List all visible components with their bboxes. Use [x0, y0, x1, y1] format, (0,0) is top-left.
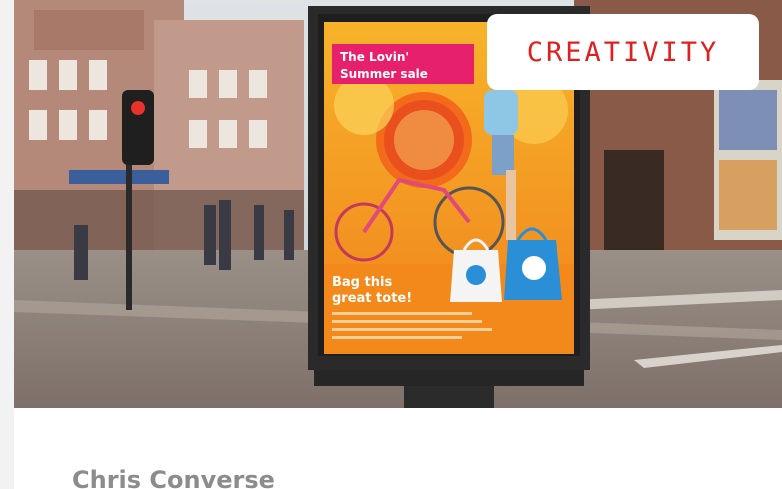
poster-headline-line1: The Lovin': [340, 50, 409, 64]
poster-headline-line2: Summer sale: [340, 67, 428, 81]
poster-offer-line2: great tote!: [332, 291, 412, 306]
author-name[interactable]: Chris Converse: [72, 466, 275, 489]
poster-offer-line1: Bag this: [332, 275, 392, 290]
course-card[interactable]: The Lovin' Summer sale Bag this great to…: [14, 0, 782, 489]
category-tag[interactable]: CREATIVITY: [487, 14, 759, 90]
